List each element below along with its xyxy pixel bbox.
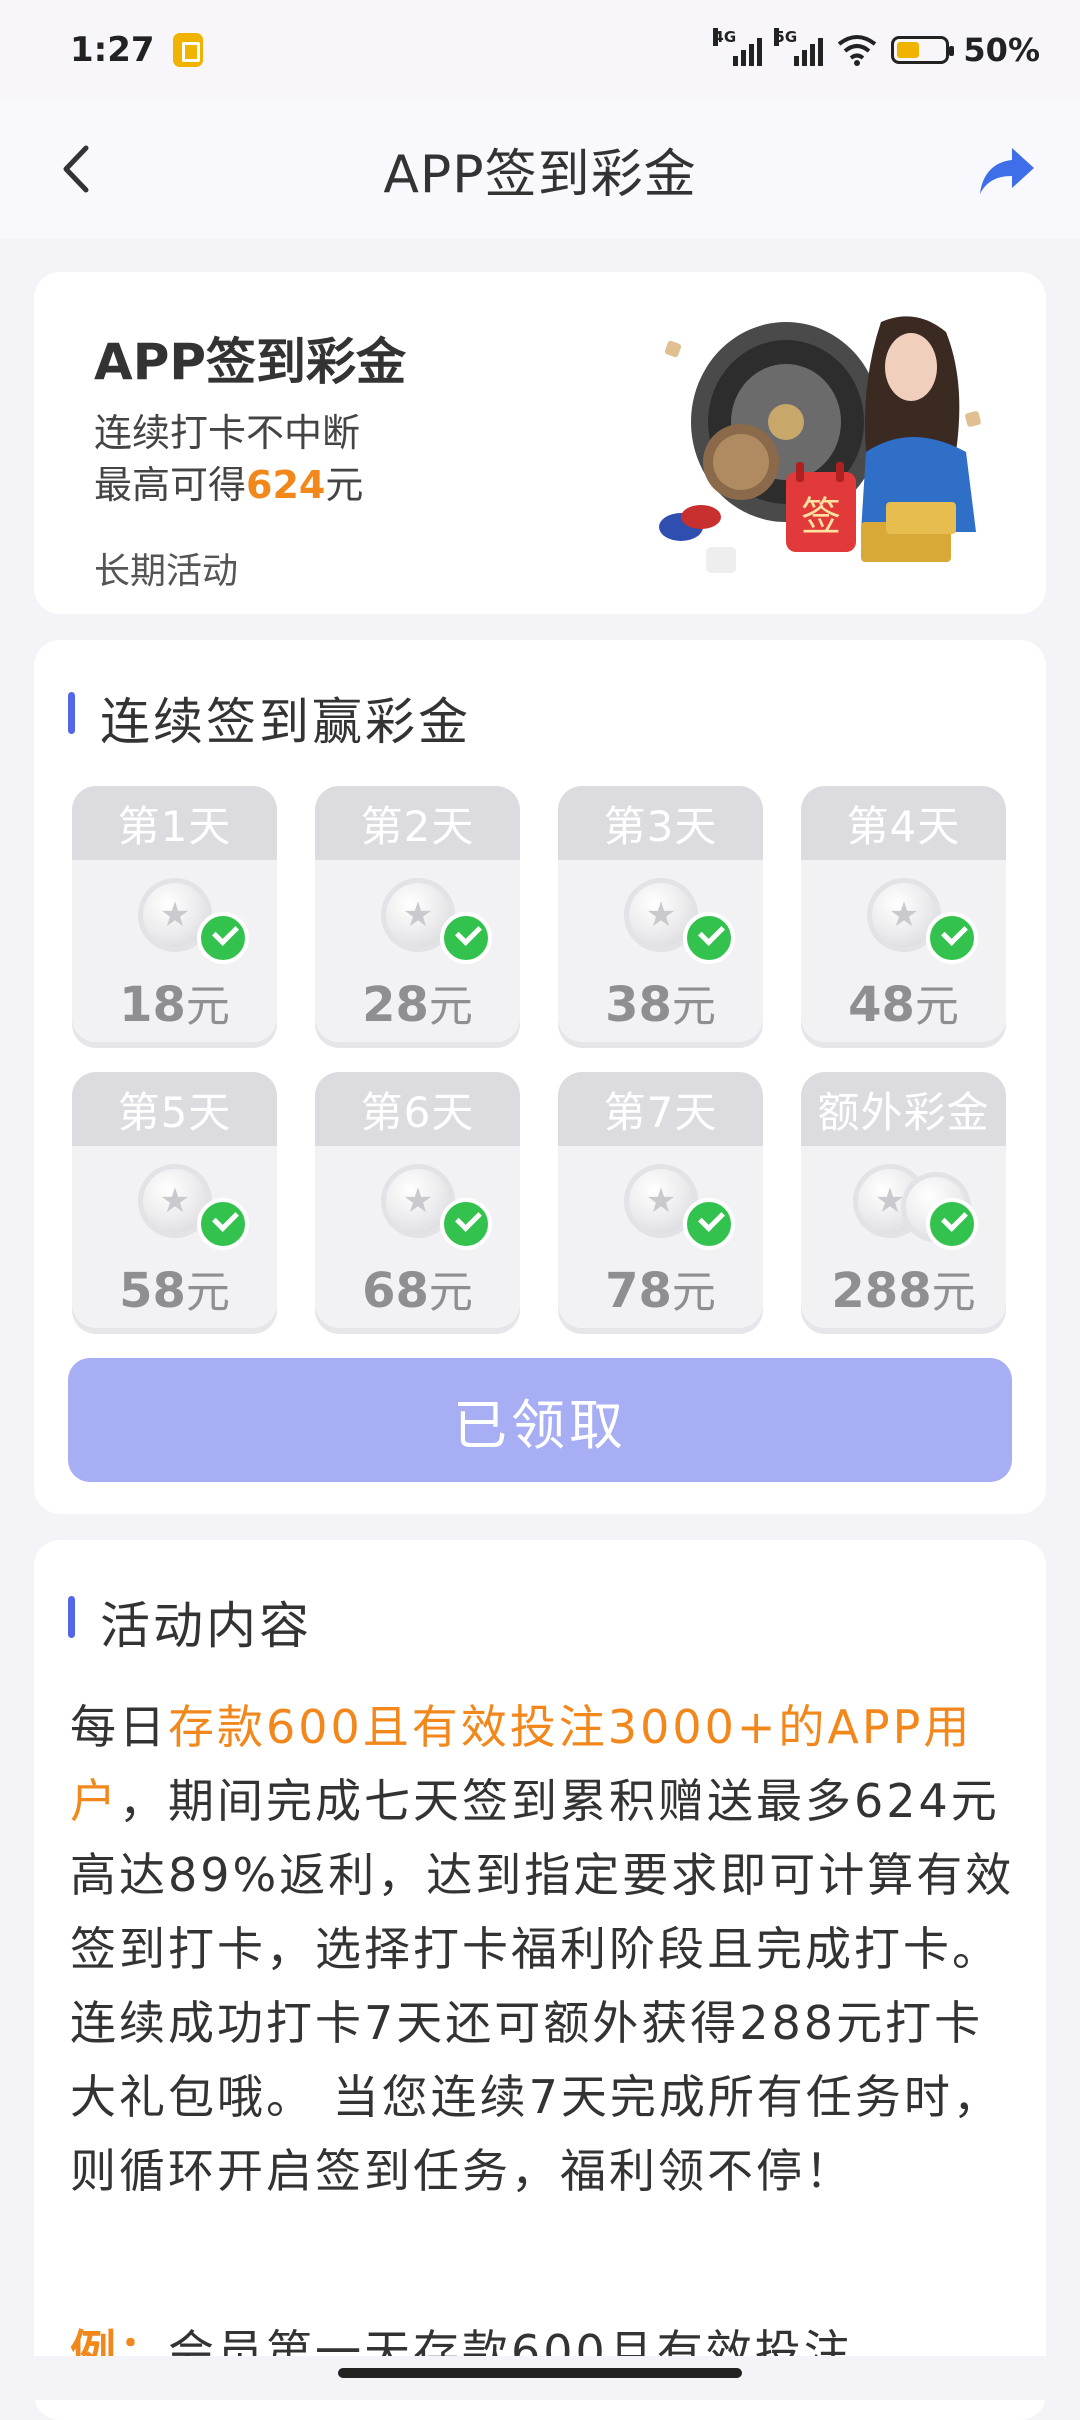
- day-reward: 78元: [605, 1263, 716, 1319]
- banner-subtitle: 连续打卡不中断: [94, 411, 361, 455]
- claimed-button[interactable]: 已领取: [68, 1358, 1012, 1482]
- signin-day-6: 第6天 68元: [315, 1072, 520, 1328]
- home-indicator[interactable]: [338, 2368, 742, 2378]
- day-reward: 58元: [119, 1263, 230, 1319]
- signin-day-grid: 第1天 18元 第2天 28元 第3天 38元 第4天 48元 第5天: [72, 786, 1012, 1328]
- check-icon: [440, 1198, 492, 1250]
- signin-day-3: 第3天 38元: [558, 786, 763, 1042]
- signin-day-5: 第5天 58元: [72, 1072, 277, 1328]
- status-right: 4G 5G 50%: [713, 28, 1040, 69]
- signin-day-4: 第4天 48元: [801, 786, 1006, 1042]
- signin-section-title: 连续签到赢彩金: [68, 682, 471, 754]
- share-icon[interactable]: [978, 146, 1036, 196]
- check-icon: [197, 912, 249, 964]
- bottom-gesture-area: [0, 2356, 1080, 2400]
- status-left: 1:27: [70, 30, 203, 70]
- day-label: 额外彩金: [801, 1072, 1006, 1146]
- day-reward: 48元: [848, 977, 959, 1033]
- day-label: 第5天: [72, 1072, 277, 1146]
- day-label: 第1天: [72, 786, 277, 860]
- activity-banner: APP签到彩金 连续打卡不中断 最高可得624元 长期活动 签: [34, 272, 1046, 614]
- day-reward: 68元: [362, 1263, 473, 1319]
- page-title: APP签到彩金: [383, 144, 697, 205]
- check-icon: [683, 912, 735, 964]
- day-label: 第3天: [558, 786, 763, 860]
- banner-duration: 长期活动: [94, 551, 239, 592]
- check-icon: [926, 1198, 978, 1250]
- signin-bonus: 额外彩金 288元: [801, 1072, 1006, 1328]
- check-icon: [440, 912, 492, 964]
- back-icon[interactable]: [56, 144, 96, 194]
- activity-description: 每日存款600且有效投注3000+的APP用户，期间完成七天签到累积赠送最多62…: [70, 1690, 1020, 2208]
- banner-max-reward: 最高可得624元: [94, 454, 363, 509]
- network-4g-label: 4G: [713, 28, 737, 46]
- nav-bar: APP签到彩金: [0, 100, 1080, 238]
- day-label: 第6天: [315, 1072, 520, 1146]
- max-reward-unit: 元: [325, 463, 364, 507]
- network-5g-label: 5G: [774, 28, 798, 46]
- status-bar: 1:27 4G 5G 50%: [0, 0, 1080, 100]
- battery-icon: [891, 36, 955, 64]
- day-label: 第2天: [315, 786, 520, 860]
- signal-5g-icon: 5G: [774, 28, 824, 66]
- status-time: 1:27: [70, 30, 155, 70]
- notification-icon: [172, 33, 203, 67]
- battery-percent: 50%: [963, 31, 1040, 69]
- signin-card: 连续签到赢彩金 第1天 18元 第2天 28元 第3天 38元 第4天 48元 …: [34, 640, 1046, 1514]
- description-lead: 每日: [70, 1700, 168, 1754]
- max-reward-prefix: 最高可得: [94, 463, 247, 507]
- description-rest: ，期间完成七天签到累积赠送最多624元高达89%返利，达到指定要求即可计算有效签…: [70, 1774, 1015, 2198]
- sign-badge-text: 签: [801, 494, 841, 540]
- max-reward-amount: 624: [246, 463, 326, 507]
- signin-day-1: 第1天 18元: [72, 786, 277, 1042]
- signin-day-7: 第7天 78元: [558, 1072, 763, 1328]
- day-reward: 38元: [605, 977, 716, 1033]
- day-label: 第4天: [801, 786, 1006, 860]
- day-reward: 28元: [362, 977, 473, 1033]
- check-icon: [683, 1198, 735, 1250]
- check-icon: [197, 1198, 249, 1250]
- day-reward: 18元: [119, 977, 230, 1033]
- signal-4g-icon: 4G: [713, 28, 763, 66]
- banner-title: APP签到彩金: [94, 333, 406, 391]
- wifi-icon: [838, 35, 877, 66]
- day-label: 第7天: [558, 1072, 763, 1146]
- day-reward: 288元: [831, 1263, 976, 1319]
- activity-content-card: 活动内容 每日存款600且有效投注3000+的APP用户，期间完成七天签到累积赠…: [34, 1540, 1046, 2420]
- check-icon: [926, 912, 978, 964]
- casino-promo-illustration: 签: [659, 316, 981, 573]
- signin-day-2: 第2天 28元: [315, 786, 520, 1042]
- content-section-title: 活动内容: [68, 1586, 312, 1658]
